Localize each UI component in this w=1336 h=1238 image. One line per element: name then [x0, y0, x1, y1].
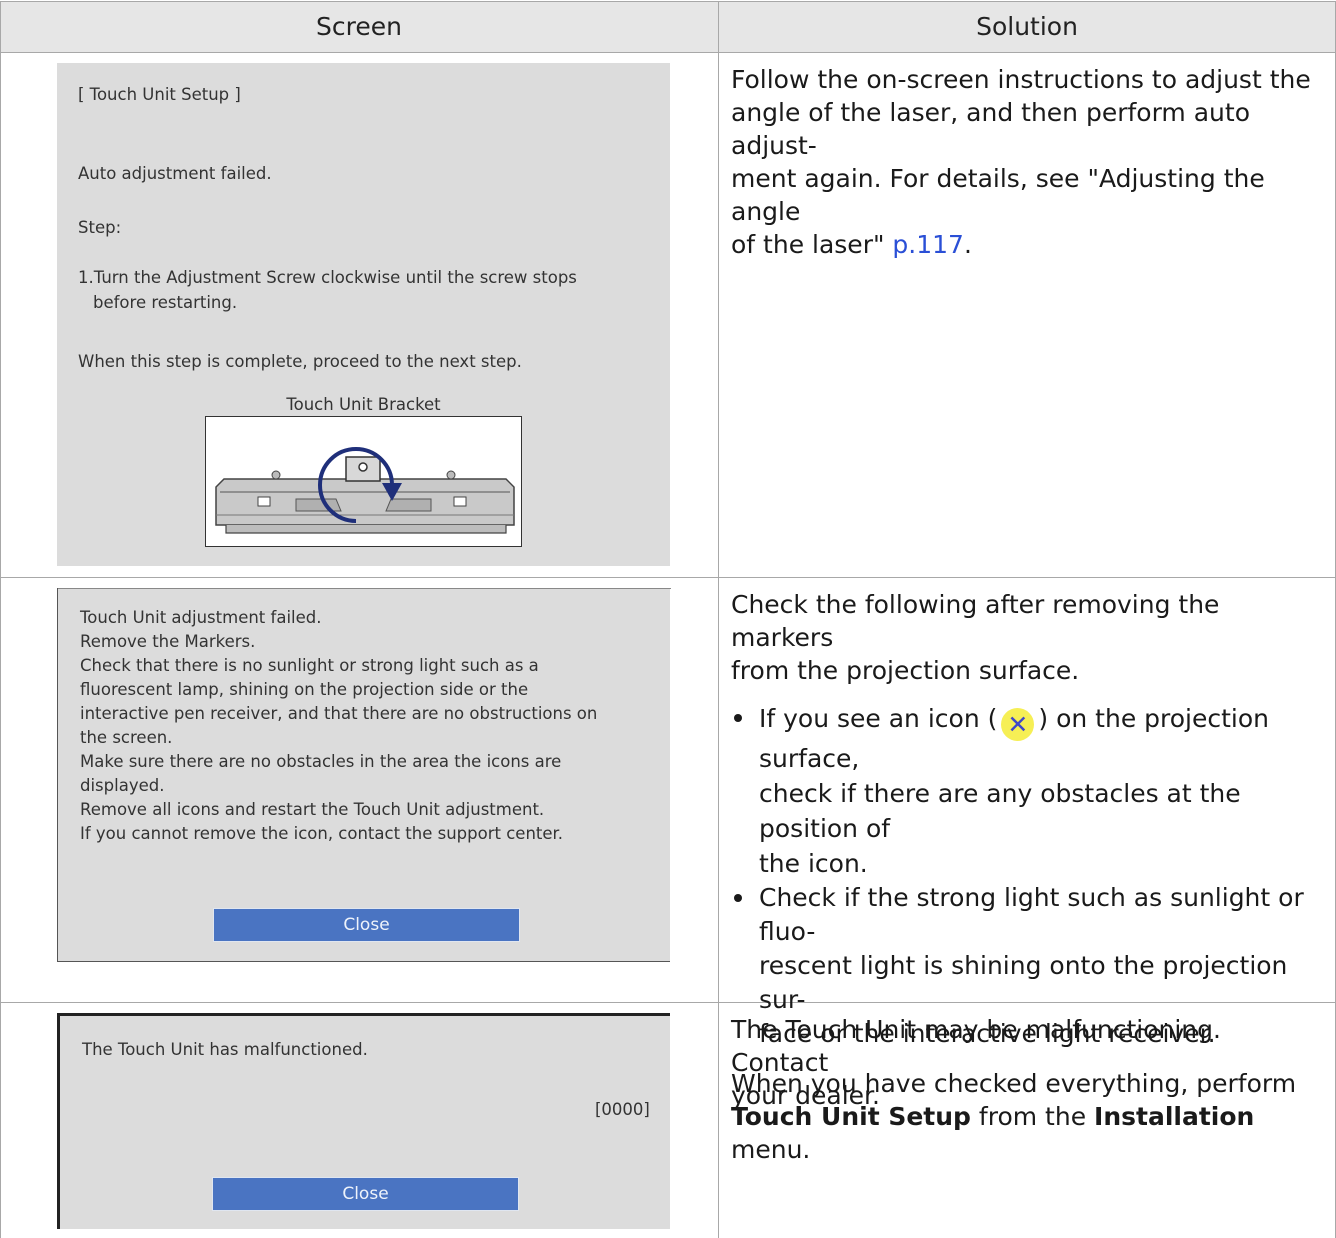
- bullet1-text-c: check if there are any obstacles at the …: [759, 779, 1241, 843]
- malfunction-code: [0000]: [595, 1100, 650, 1119]
- adjust-line-8: displayed.: [80, 776, 165, 795]
- bracket-caption: Touch Unit Bracket: [286, 395, 441, 414]
- setup-step1-line1: 1.Turn the Adjustment Screw clockwise un…: [78, 268, 577, 287]
- close-button-malfunction[interactable]: Close: [212, 1177, 519, 1211]
- adjust-line-7: Make sure there are no obstacles in the …: [80, 752, 562, 771]
- solution-row1: Follow the on-screen instructions to adj…: [731, 63, 1323, 261]
- adjust-line-3: Check that there is no sunlight or stron…: [80, 656, 539, 675]
- table-border-left: [0, 1, 1, 1238]
- adjust-line-1: Touch Unit adjustment failed.: [80, 608, 322, 627]
- solution-row3: The Touch Unit may be malfunctioning. Co…: [731, 1013, 1323, 1112]
- adjust-line-4: fluorescent lamp, shining on the project…: [80, 680, 529, 699]
- solution-row1-period: .: [963, 230, 972, 259]
- header-divider: [0, 52, 1336, 53]
- solution-row1-line2: angle of the laser, and then perform aut…: [731, 98, 1250, 160]
- touch-unit-adjustment-failed-screen: Touch Unit adjustment failed. Remove the…: [57, 588, 671, 962]
- close-button[interactable]: Close: [213, 908, 520, 942]
- bullet2-text-b: rescent light is shining onto the projec…: [759, 951, 1288, 1014]
- touch-unit-malfunction-screen: The Touch Unit has malfunctioned. [0000]…: [57, 1013, 670, 1229]
- close-x-icon: ✕: [1001, 708, 1035, 741]
- solution-row2-end-tail: menu.: [731, 1135, 811, 1164]
- adjust-line-6: the screen.: [80, 728, 173, 747]
- solution-row2-intro-1: Check the following after removing the m…: [731, 590, 1220, 652]
- bracket-illustration: [205, 416, 522, 547]
- bullet2-text-a: Check if the strong light such as sunlig…: [759, 883, 1304, 946]
- malfunction-message: The Touch Unit has malfunctioned.: [82, 1040, 368, 1059]
- header-solution: Solution: [976, 12, 1078, 41]
- setup-title: [ Touch Unit Setup ]: [78, 85, 241, 104]
- adjust-line-2: Remove the Markers.: [80, 632, 256, 651]
- adjust-line-10: If you cannot remove the icon, contact t…: [80, 824, 564, 843]
- solution-row2-intro-2: from the projection surface.: [731, 656, 1080, 685]
- adjust-line-5: interactive pen receiver, and that there…: [80, 704, 598, 723]
- solution-row3-line2: your dealer.: [731, 1081, 880, 1110]
- touch-unit-setup-screen: [ Touch Unit Setup ] Auto adjustment fai…: [57, 63, 670, 566]
- setup-next-step: When this step is complete, proceed to t…: [78, 352, 522, 371]
- troubleshooting-table: Screen Solution [ Touch Unit Setup ] Aut…: [0, 0, 1336, 1238]
- page-link-p117[interactable]: p.117: [892, 230, 964, 259]
- setup-step1-line2: before restarting.: [93, 293, 238, 312]
- column-divider: [718, 1, 719, 1238]
- solution-bullet-1: If you see an icon (✕) on the projection…: [731, 701, 1323, 881]
- rotate-clockwise-icon: [318, 447, 402, 523]
- solution-row3-line1: The Touch Unit may be malfunctioning. Co…: [731, 1015, 1221, 1077]
- bullet1-text-a: If you see an icon (: [759, 704, 998, 733]
- row-divider-1: [0, 577, 1336, 578]
- solution-row1-line1: Follow the on-screen instructions to adj…: [731, 65, 1311, 94]
- header-screen: Screen: [316, 12, 402, 41]
- solution-row1-line3: ment again. For details, see "Adjusting …: [731, 164, 1265, 226]
- solution-row1-line4: of the laser" p.117.: [731, 228, 1323, 261]
- setup-message: Auto adjustment failed.: [78, 164, 272, 183]
- adjust-line-9: Remove all icons and restart the Touch U…: [80, 800, 545, 819]
- bullet1-text-d: the icon.: [759, 849, 868, 878]
- table-border-top: [0, 1, 1336, 2]
- solution-row1-line4-text: of the laser": [731, 230, 893, 259]
- setup-step-label: Step:: [78, 218, 122, 237]
